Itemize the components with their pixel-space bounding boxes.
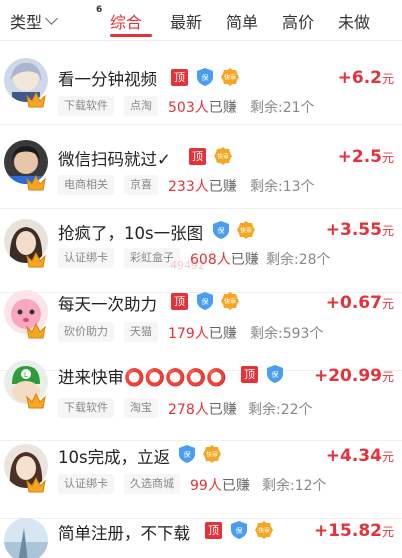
crown-icon [26,393,46,409]
tab-simple[interactable]: 简单 [226,9,258,33]
task-title: 简单注册，不下载 [58,524,190,543]
watermark: 49492 [170,259,205,272]
type-filter-dropdown[interactable]: 类型 [10,9,58,33]
category-tag: 认证绑卡 [58,248,114,268]
earned-count: 179人已赚 [168,326,237,342]
earned-count: 278人已赚 [168,402,237,418]
fast-review-icon: 快审 [221,68,239,86]
shield-icon: 保 [231,521,247,539]
top-badge: 顶 [171,69,188,86]
tab-comprehensive[interactable]: 综合 [110,9,142,33]
platform-tag: 京喜 [124,175,158,195]
category-tag: 认证绑卡 [58,474,114,494]
type-filter-label: 类型 [10,13,43,32]
avatar [4,518,48,558]
task-title: 每天一次助力 [58,295,157,314]
crown-icon [26,323,46,339]
remaining-count: 剩余:21个 [250,100,315,116]
shield-icon: 保 [267,365,283,383]
crown-icon [26,92,46,108]
earned-count: 503人已赚 [168,100,237,116]
earned-count: 233人已赚 [168,179,237,195]
task-row[interactable]: 看一分钟视频 顶 保 快审 下载软件 点淘 503人已赚 剩余:21个 +6.2… [0,40,402,125]
task-title: 看一分钟视频 [58,70,157,89]
svg-text:快审: 快审 [217,153,229,161]
reward-amount: +4.34元 [325,446,394,466]
category-tag: 电商相关 [58,175,114,195]
chevron-down-icon [45,12,58,25]
category-tag: 下载软件 [58,96,114,116]
platform-tag: 点淘 [124,96,158,116]
remaining-count: 剩余:22个 [248,402,313,418]
task-title: 微信扫码就过✓ [58,150,171,169]
svg-text:快审: 快审 [206,451,218,459]
svg-text:保: 保 [218,226,225,235]
task-row[interactable]: 简单注册，不下载 顶 保 快审 +15.82元 [0,512,402,558]
shield-icon: 保 [197,292,213,310]
shield-icon: 保 [179,445,195,463]
shield-icon: 保 [197,68,213,86]
fast-review-icon: 快审 [255,521,273,539]
category-tag: 砍价助力 [58,322,114,342]
reward-amount: +3.55元 [325,220,394,240]
task-title: 进来快审⭕⭕⭕⭕⭕ [58,368,227,387]
fast-review-icon: 快审 [221,292,239,310]
top-badge: 顶 [205,522,222,539]
crown-icon [26,175,46,191]
task-row[interactable]: 抢疯了，10s一张图 保 快审 认证绑卡 彩虹盒子 608人已赚 剩余:28个 … [0,208,402,293]
task-row[interactable]: 微信扫码就过✓ 顶 快审 电商相关 京喜 233人已赚 剩余:13个 +2.5元 [0,124,402,209]
top-badge: 顶 [241,366,258,383]
remaining-count: 剩余:12个 [262,478,327,494]
svg-text:快审: 快审 [224,74,236,82]
shield-icon: 保 [213,221,229,239]
crown-icon [26,252,46,268]
crown-icon [26,477,46,493]
svg-text:快审: 快审 [240,227,252,235]
reward-amount: +0.67元 [325,293,394,313]
category-tag: 下载软件 [58,398,114,418]
top-badge: 顶 [189,148,206,165]
svg-text:保: 保 [236,526,243,535]
tab-high-price[interactable]: 高价 [282,9,314,33]
svg-text:保: 保 [202,297,209,306]
filter-tab-bar: 类型 6 综合 最新 简单 高价 未做 [0,0,402,41]
platform-tag: 久选商城 [124,474,180,494]
remaining-count: 剩余:593个 [250,326,324,342]
tab-count-badge: 6 [96,5,103,15]
fast-review-icon: 快审 [203,445,221,463]
remaining-count: 剩余:13个 [250,179,315,195]
svg-text:快审: 快审 [224,298,236,306]
task-row[interactable]: L 进来快审⭕⭕⭕⭕⭕ 顶 保 下载软件 淘宝 278人已赚 剩余:22个 +2… [0,356,402,441]
platform-tag: 淘宝 [124,398,158,418]
task-title: 抢疯了，10s一张图 [58,224,204,243]
fast-review-icon: 快审 [214,147,232,165]
top-badge: 顶 [171,293,188,310]
earned-count: 99人已赚 [190,478,250,494]
tab-not-done[interactable]: 未做 [338,9,370,33]
reward-amount: +2.5元 [337,147,394,167]
svg-text:快审: 快审 [258,527,270,535]
svg-text:保: 保 [272,370,279,379]
tab-latest[interactable]: 最新 [170,9,202,33]
svg-text:保: 保 [202,73,209,82]
svg-text:保: 保 [184,450,191,459]
svg-text:L: L [24,371,28,379]
reward-amount: +6.2元 [337,68,394,88]
active-tab-indicator [110,34,152,37]
remaining-count: 剩余:28个 [266,252,331,268]
reward-amount: +20.99元 [313,366,394,386]
fast-review-icon: 快审 [237,221,255,239]
platform-tag: 天猫 [124,322,158,342]
task-row[interactable]: 10s完成，立返 保 快审 认证绑卡 久选商城 99人已赚 剩余:12个 +4.… [0,434,402,519]
task-title: 10s完成，立返 [58,448,171,467]
reward-amount: +15.82元 [313,521,394,541]
